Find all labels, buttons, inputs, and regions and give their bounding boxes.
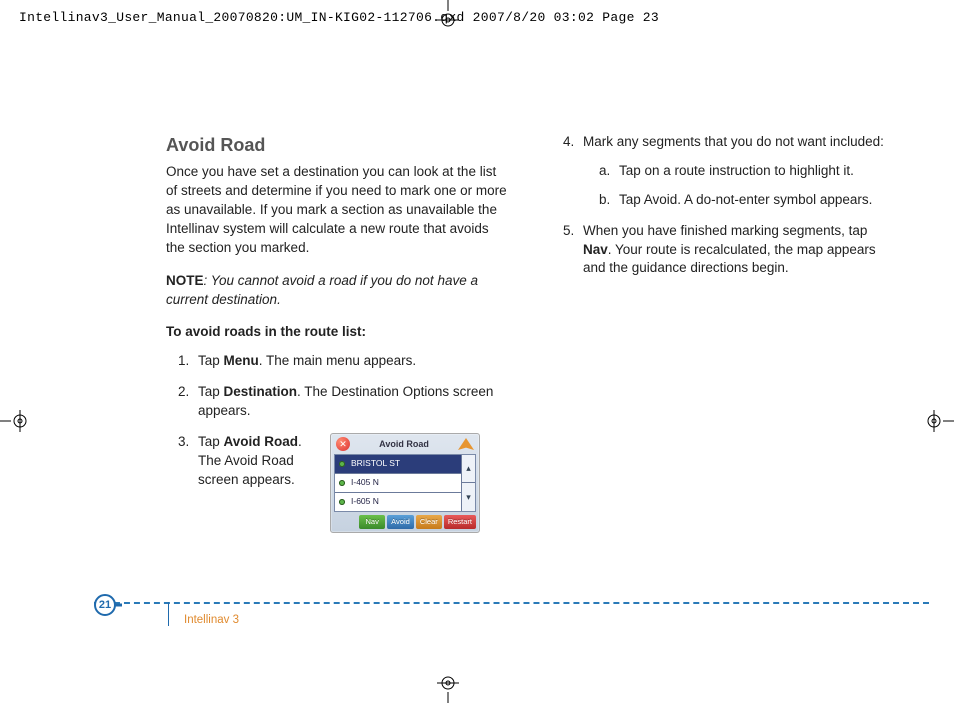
page-number-badge: 21 xyxy=(94,594,116,616)
step-3: 3. Tap Avoid Road. The Avoid Road screen… xyxy=(184,433,511,533)
step-5: 5. When you have finished marking segmen… xyxy=(569,222,896,279)
note-label: NOTE xyxy=(166,273,204,288)
device-row: I-605 N xyxy=(335,493,461,511)
device-avoid-button: Avoid xyxy=(387,515,414,530)
section-title: Avoid Road xyxy=(166,133,511,158)
device-close-icon: ✕ xyxy=(336,437,350,451)
step-2: 2. Tap Destination. The Destination Opti… xyxy=(184,383,511,421)
page-content: Avoid Road Once you have set a destinati… xyxy=(166,133,896,545)
device-clear-button: Clear xyxy=(416,515,442,530)
footer-vertical-rule xyxy=(168,602,169,626)
right-column: 4. Mark any segments that you do not wan… xyxy=(551,133,896,545)
step-4b: b.Tap Avoid. A do-not-enter symbol appea… xyxy=(603,191,896,210)
scroll-down-icon: ▾ xyxy=(462,483,475,510)
footer-rule xyxy=(94,602,929,604)
steps-list-right: 4. Mark any segments that you do not wan… xyxy=(551,133,896,278)
device-gps-icon xyxy=(458,438,474,450)
device-row-selected: BRISTOL ST xyxy=(335,455,461,474)
crop-mark-top xyxy=(433,0,463,30)
step-4a: a.Tap on a route instruction to highligh… xyxy=(603,162,896,181)
left-column: Avoid Road Once you have set a destinati… xyxy=(166,133,511,545)
footer-product-label: Intellinav 3 xyxy=(184,614,239,626)
intro-paragraph: Once you have set a destination you can … xyxy=(166,163,511,257)
note-text: : You cannot avoid a road if you do not … xyxy=(166,273,478,307)
crop-mark-left xyxy=(0,406,30,436)
device-restart-button: Restart xyxy=(444,515,476,530)
device-screenshot: ✕ Avoid Road BRISTOL ST I-405 N I-605 N xyxy=(330,433,480,533)
device-rows: BRISTOL ST I-405 N I-605 N xyxy=(335,455,461,511)
scroll-up-icon: ▴ xyxy=(462,455,475,483)
note-paragraph: NOTE: You cannot avoid a road if you do … xyxy=(166,272,511,310)
step-1: 1. Tap Menu. The main menu appears. xyxy=(184,352,511,371)
crop-mark-right xyxy=(924,406,954,436)
print-slug-header: Intellinav3_User_Manual_20070820:UM_IN-K… xyxy=(19,10,659,25)
crop-mark-bottom xyxy=(433,673,463,703)
steps-list-left: 1. Tap Menu. The main menu appears. 2. T… xyxy=(166,352,511,533)
device-nav-button: Nav xyxy=(359,515,385,530)
device-title: Avoid Road xyxy=(350,438,458,451)
device-scrollbar: ▴ ▾ xyxy=(461,455,475,511)
device-row: I-405 N xyxy=(335,474,461,493)
step-4: 4. Mark any segments that you do not wan… xyxy=(569,133,896,210)
subhead: To avoid roads in the route list: xyxy=(166,323,511,342)
print-slug-text: Intellinav3_User_Manual_20070820:UM_IN-K… xyxy=(19,10,659,25)
